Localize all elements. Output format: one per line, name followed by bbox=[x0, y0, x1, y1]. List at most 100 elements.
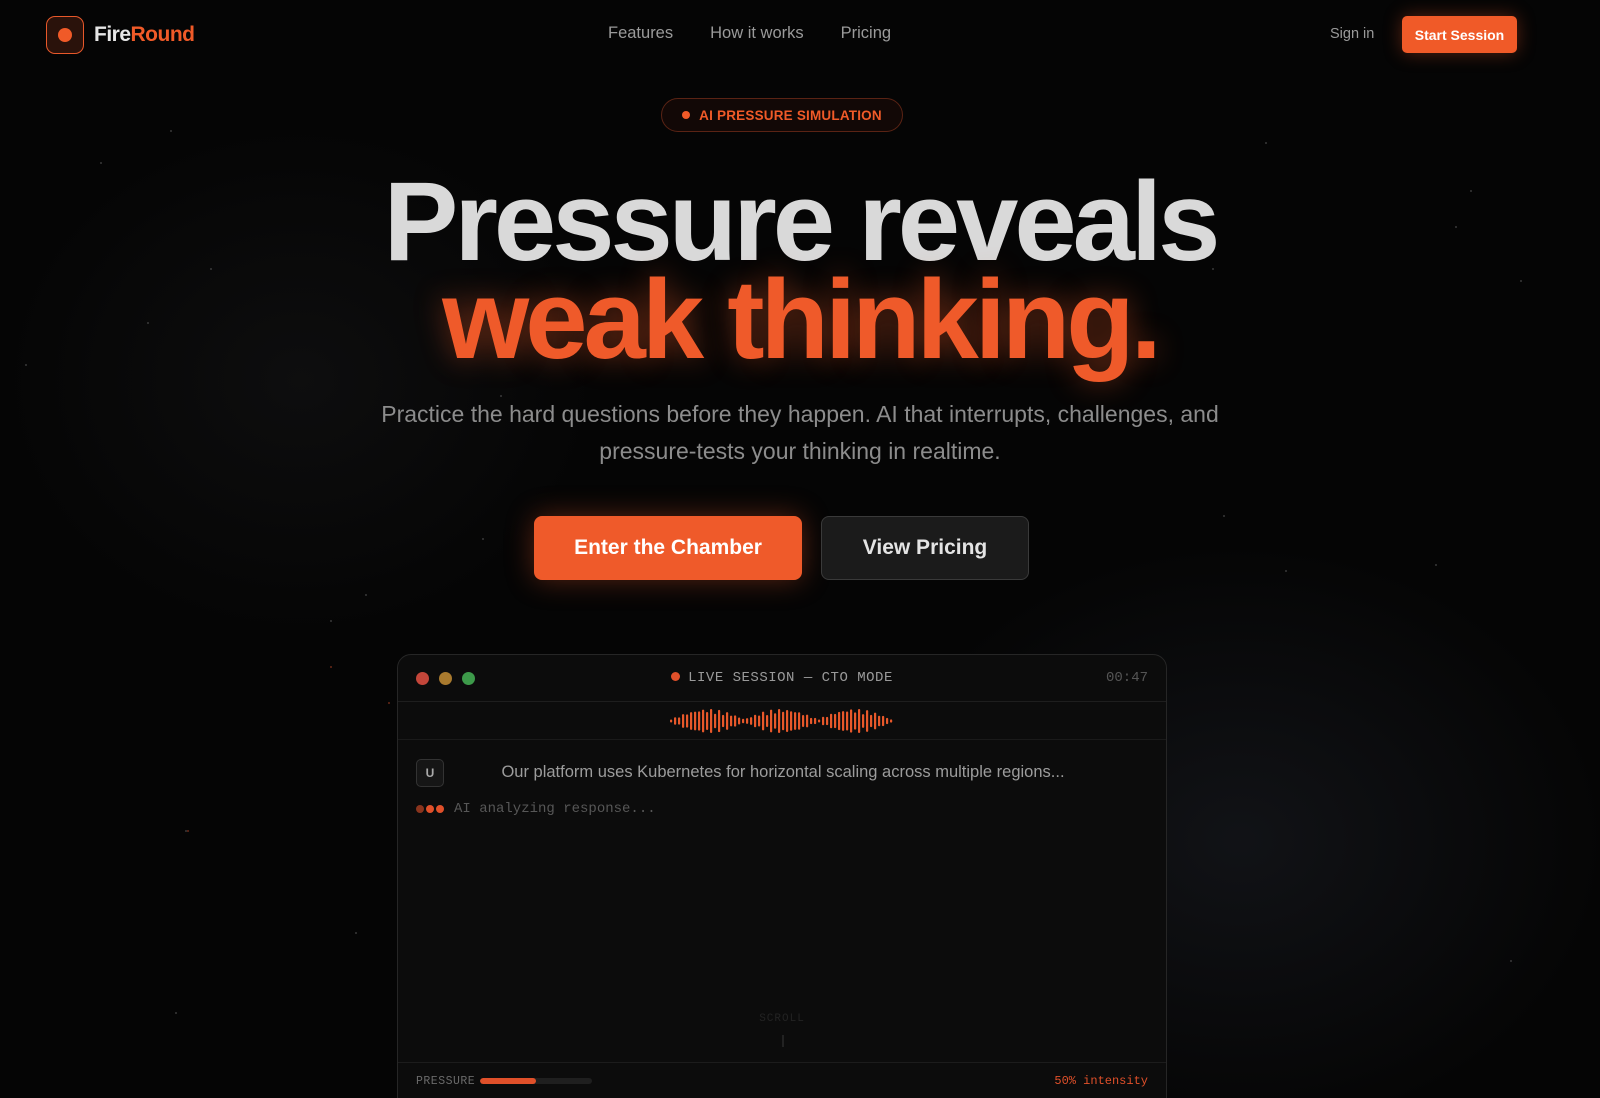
star bbox=[1435, 564, 1437, 566]
waveform-bar bbox=[794, 712, 797, 730]
waveform-bar bbox=[678, 717, 681, 725]
waveform-bar bbox=[702, 709, 705, 733]
waveform-bar bbox=[734, 715, 737, 727]
hero-subtitle: Practice the hard questions before they … bbox=[381, 401, 1219, 464]
waveform-bar bbox=[806, 714, 809, 728]
star bbox=[355, 932, 357, 934]
waveform-bar bbox=[834, 713, 837, 729]
sign-in-link[interactable]: Sign in bbox=[1330, 26, 1374, 42]
waveform-bar bbox=[822, 716, 825, 726]
badge-dot-icon bbox=[682, 111, 691, 119]
scroll-hint-line bbox=[782, 1035, 784, 1047]
session-title: LIVE SESSION — CTO MODE bbox=[398, 670, 1166, 686]
waveform-bar bbox=[706, 712, 709, 730]
waveform-bar bbox=[742, 718, 745, 724]
intensity-label: 50% intensity bbox=[1054, 1074, 1148, 1088]
waveform-bar bbox=[838, 711, 841, 731]
waveform-bar bbox=[886, 717, 889, 725]
waveform-bar bbox=[738, 717, 741, 725]
waveform-bar bbox=[814, 717, 817, 725]
star bbox=[1223, 515, 1225, 517]
brand-logo[interactable]: FireRound bbox=[46, 16, 195, 54]
waveform-bar bbox=[686, 714, 689, 728]
waveform-bar bbox=[798, 712, 801, 730]
waveform-bar bbox=[802, 714, 805, 728]
star bbox=[330, 620, 332, 622]
star bbox=[388, 702, 390, 704]
scroll-hint: SCROLL bbox=[759, 1013, 805, 1025]
nav-link-pricing[interactable]: Pricing bbox=[841, 24, 891, 43]
waveform-bar bbox=[766, 715, 769, 727]
waveform-bar bbox=[818, 719, 821, 723]
start-session-button[interactable]: Start Session bbox=[1402, 16, 1517, 53]
top-nav: FireRound Features How it works Pricing … bbox=[0, 0, 1600, 68]
waveform-bar bbox=[758, 715, 761, 727]
waveform-bar bbox=[874, 712, 877, 730]
waveform-bar bbox=[690, 712, 693, 730]
waveform-bar bbox=[710, 708, 713, 734]
badge-label: AI PRESSURE SIMULATION bbox=[699, 107, 882, 123]
pressure-footer: PRESSURE 50% intensity bbox=[398, 1062, 1166, 1098]
waveform-bar bbox=[858, 708, 861, 734]
view-pricing-button[interactable]: View Pricing bbox=[821, 516, 1029, 580]
waveform-bar bbox=[790, 711, 793, 731]
star bbox=[170, 130, 172, 132]
waveform-bar bbox=[774, 713, 777, 729]
window-titlebar: LIVE SESSION — CTO MODE 00:47 bbox=[398, 655, 1166, 702]
star bbox=[1285, 570, 1287, 572]
enter-chamber-button[interactable]: Enter the Chamber bbox=[534, 516, 802, 580]
brand-name-part2: Round bbox=[130, 23, 195, 46]
waveform-bar bbox=[726, 712, 729, 730]
typing-dot bbox=[416, 805, 424, 813]
waveform-bar bbox=[770, 709, 773, 733]
star bbox=[330, 666, 332, 668]
star bbox=[100, 162, 102, 164]
star bbox=[175, 1012, 177, 1014]
audio-waveform bbox=[670, 708, 893, 734]
pressure-label: PRESSURE bbox=[416, 1075, 476, 1088]
waveform-bar bbox=[698, 711, 701, 731]
nav-link-features[interactable]: Features bbox=[608, 24, 673, 43]
star bbox=[365, 594, 367, 596]
waveform-bar bbox=[762, 711, 765, 731]
live-session-window: LIVE SESSION — CTO MODE 00:47 U Our plat… bbox=[397, 654, 1167, 1098]
waveform-bar bbox=[870, 714, 873, 728]
user-message-text: Our platform uses Kubernetes for horizon… bbox=[501, 763, 1065, 781]
typing-dot bbox=[436, 805, 444, 813]
waveform-row bbox=[398, 702, 1166, 740]
nav-links: Features How it works Pricing bbox=[608, 24, 891, 43]
waveform-bar bbox=[722, 714, 725, 728]
session-timer: 00:47 bbox=[1105, 670, 1148, 686]
waveform-bar bbox=[846, 711, 849, 731]
logo-dot bbox=[58, 28, 72, 42]
waveform-bar bbox=[750, 717, 753, 725]
star bbox=[482, 538, 484, 540]
waveform-bar bbox=[786, 709, 789, 733]
waveform-bar bbox=[850, 709, 853, 733]
waveform-bar bbox=[754, 714, 757, 728]
waveform-bar bbox=[730, 715, 733, 727]
session-title-text: LIVE SESSION — CTO MODE bbox=[688, 670, 893, 686]
brand-name: FireRound bbox=[94, 23, 195, 47]
waveform-bar bbox=[778, 709, 781, 733]
record-dot-icon bbox=[46, 16, 84, 54]
waveform-bar bbox=[694, 711, 697, 731]
pressure-bar bbox=[480, 1078, 592, 1084]
hero-badge: AI PRESSURE SIMULATION bbox=[661, 98, 903, 132]
ai-status-text: AI analyzing response... bbox=[454, 801, 656, 817]
star bbox=[187, 830, 189, 832]
star bbox=[1265, 142, 1267, 144]
waveform-bar bbox=[866, 710, 869, 732]
waveform-bar bbox=[890, 719, 893, 723]
live-indicator-icon bbox=[671, 672, 681, 681]
waveform-bar bbox=[674, 717, 677, 725]
typing-dot bbox=[426, 805, 434, 813]
waveform-bar bbox=[830, 713, 833, 729]
waveform-bar bbox=[714, 713, 717, 729]
nav-link-how-it-works[interactable]: How it works bbox=[710, 24, 804, 43]
star bbox=[1510, 960, 1512, 962]
waveform-bar bbox=[826, 716, 829, 726]
hero-title-line2: weak thinking. bbox=[442, 257, 1162, 382]
waveform-bar bbox=[862, 714, 865, 728]
brand-name-part1: Fire bbox=[94, 23, 131, 46]
